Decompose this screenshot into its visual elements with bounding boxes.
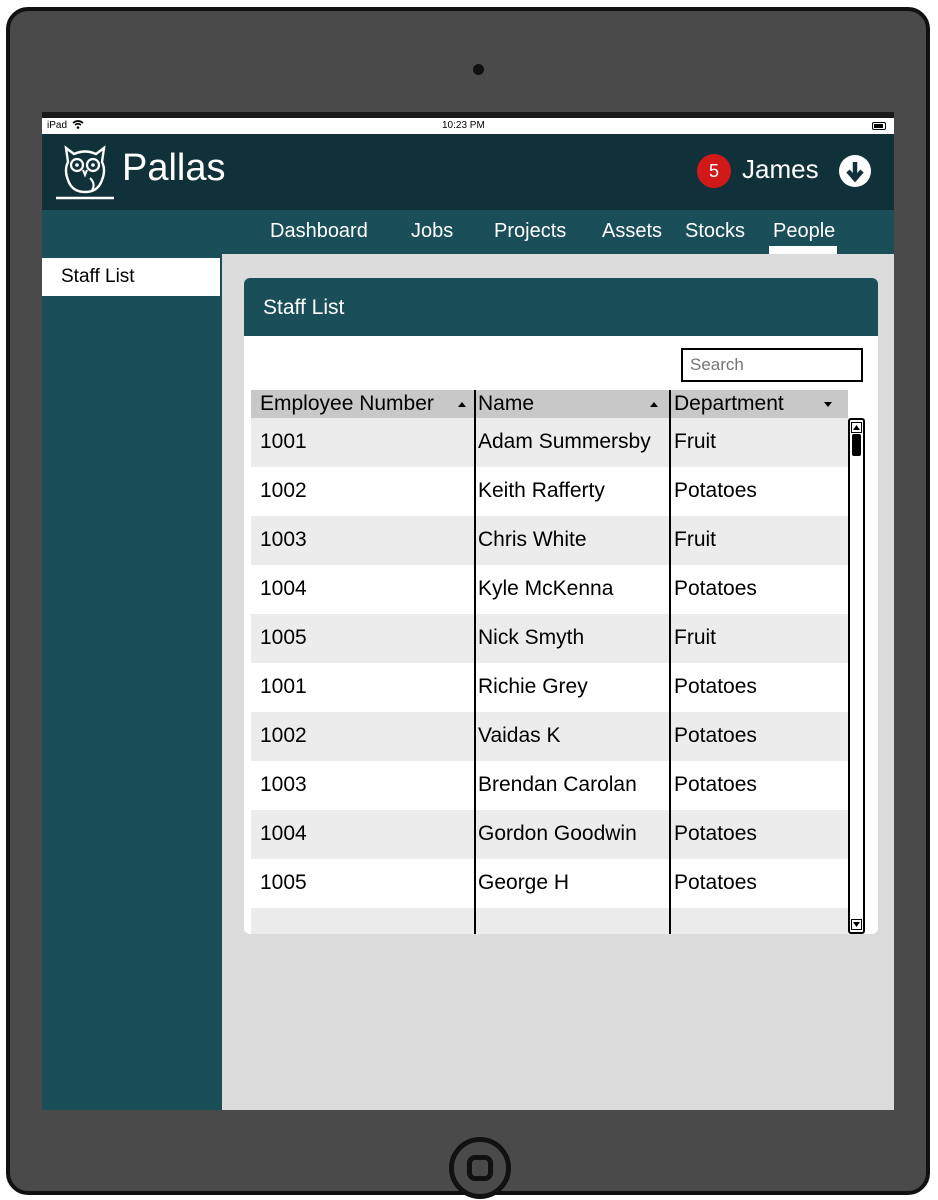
nav-item-stocks[interactable]: Stocks (685, 220, 745, 243)
cell-employee-number: 1005 (260, 626, 307, 649)
cell-department: Fruit (674, 626, 716, 649)
cell-name: Adam Summersby (478, 430, 651, 453)
circle-arrow-down-icon[interactable] (838, 154, 872, 188)
table-body: 1001 Adam Summersby Fruit 1002 Keith Raffert… (251, 418, 848, 934)
cell-department: Potatoes (674, 822, 757, 845)
scroll-down-arrow-icon[interactable] (851, 919, 862, 930)
sort-ascending-icon[interactable] (649, 399, 659, 409)
status-time: 10:23 PM (442, 120, 485, 131)
cell-name: Keith Rafferty (478, 479, 605, 502)
user-name[interactable]: James (742, 154, 819, 185)
column-label: Department (674, 392, 784, 415)
cell-employee-number: 1004 (260, 822, 307, 845)
cell-department: Potatoes (674, 871, 757, 894)
table-row[interactable]: 1002 Keith Rafferty Potatoes (251, 467, 848, 516)
table-scrollbar[interactable] (848, 418, 865, 934)
cell-department: Fruit (674, 528, 716, 551)
wifi-icon (72, 120, 84, 129)
column-label: Name (478, 392, 535, 415)
app-title: Pallas (122, 147, 226, 189)
table-row[interactable]: 1005 George H Potatoes (251, 859, 848, 908)
cell-name: Richie Grey (478, 675, 588, 698)
active-tab-indicator (769, 246, 837, 254)
cell-employee-number: 1005 (260, 871, 307, 894)
panel-title: Staff List (263, 296, 345, 319)
cell-name: Nick Smyth (478, 626, 585, 649)
cell-department: Potatoes (674, 479, 757, 502)
sort-descending-icon[interactable] (823, 399, 833, 409)
table-header: Employee Number Name Department (251, 390, 848, 418)
cell-employee-number: 1004 (260, 577, 307, 600)
scroll-thumb[interactable] (852, 434, 861, 456)
cell-name: Chris White (478, 528, 587, 551)
cell-name: Gordon Goodwin (478, 822, 637, 845)
sort-ascending-icon[interactable] (457, 399, 467, 409)
table-row[interactable]: 1005 Nick Smyth Fruit (251, 614, 848, 663)
table-row[interactable]: 1001 Adam Summersby Fruit (251, 418, 848, 467)
column-header-department[interactable]: Department (674, 390, 784, 418)
main-content: Staff List Employee Number Name Departme… (222, 254, 894, 1110)
cell-employee-number: 1001 (260, 675, 307, 698)
notification-badge[interactable]: 5 (697, 154, 731, 188)
battery-icon (872, 122, 886, 130)
staff-table: Employee Number Name Department 1001 Adam… (251, 390, 866, 934)
cell-department: Fruit (674, 430, 716, 453)
nav-item-assets[interactable]: Assets (602, 220, 662, 243)
cell-employee-number: 1003 (260, 773, 307, 796)
cell-name: Kyle McKenna (478, 577, 614, 600)
column-label: Employee Number (260, 392, 434, 415)
column-header-name[interactable]: Name (478, 390, 534, 418)
cell-employee-number: 1002 (260, 724, 307, 747)
staff-list-panel: Staff List Employee Number Name Departme… (244, 278, 878, 934)
cell-department: Potatoes (674, 724, 757, 747)
nav-item-jobs[interactable]: Jobs (411, 220, 453, 243)
cell-name: Brendan Carolan (478, 773, 637, 796)
cell-employee-number: 1003 (260, 528, 307, 551)
table-row[interactable]: 1003 Brendan Carolan Potatoes (251, 761, 848, 810)
nav-item-projects[interactable]: Projects (494, 220, 566, 243)
camera-dot (473, 64, 484, 75)
table-row[interactable]: 1004 Kyle McKenna Potatoes (251, 565, 848, 614)
sidebar: Staff List (42, 254, 222, 1110)
status-device: iPad (47, 120, 84, 131)
table-row[interactable]: 1002 Vaidas K Potatoes (251, 712, 848, 761)
table-row[interactable]: 1001 Richie Grey Potatoes (251, 663, 848, 712)
app-header: Pallas 5 James (42, 134, 894, 210)
owl-icon (56, 145, 114, 200)
cell-employee-number: 1001 (260, 430, 307, 453)
sidebar-item-staff-list[interactable]: Staff List (42, 258, 220, 296)
home-button-square-icon (467, 1155, 493, 1181)
column-header-employee-number[interactable]: Employee Number (260, 390, 434, 418)
cell-name: George H (478, 871, 570, 894)
cell-name: Vaidas K (478, 724, 561, 747)
column-divider (669, 390, 671, 934)
table-row[interactable]: 1004 Gordon Goodwin Potatoes (251, 810, 848, 859)
nav-item-people[interactable]: People (773, 220, 835, 243)
screen: iPad 10:23 PM Pallas 5 James Dashboard J… (42, 112, 894, 1110)
cell-department: Potatoes (674, 577, 757, 600)
scroll-up-arrow-icon[interactable] (851, 422, 862, 433)
cell-department: Potatoes (674, 773, 757, 796)
main-nav: Dashboard Jobs Projects Assets Stocks Pe… (42, 210, 894, 254)
table-row[interactable] (251, 908, 848, 934)
column-divider (474, 390, 476, 934)
home-button[interactable] (449, 1137, 511, 1199)
cell-department: Potatoes (674, 675, 757, 698)
device-label: iPad (47, 120, 68, 131)
search-input[interactable] (681, 348, 863, 382)
nav-item-dashboard[interactable]: Dashboard (270, 220, 368, 243)
panel-header: Staff List (244, 278, 878, 336)
status-bar: iPad 10:23 PM (42, 118, 894, 134)
table-row[interactable]: 1003 Chris White Fruit (251, 516, 848, 565)
cell-employee-number: 1002 (260, 479, 307, 502)
